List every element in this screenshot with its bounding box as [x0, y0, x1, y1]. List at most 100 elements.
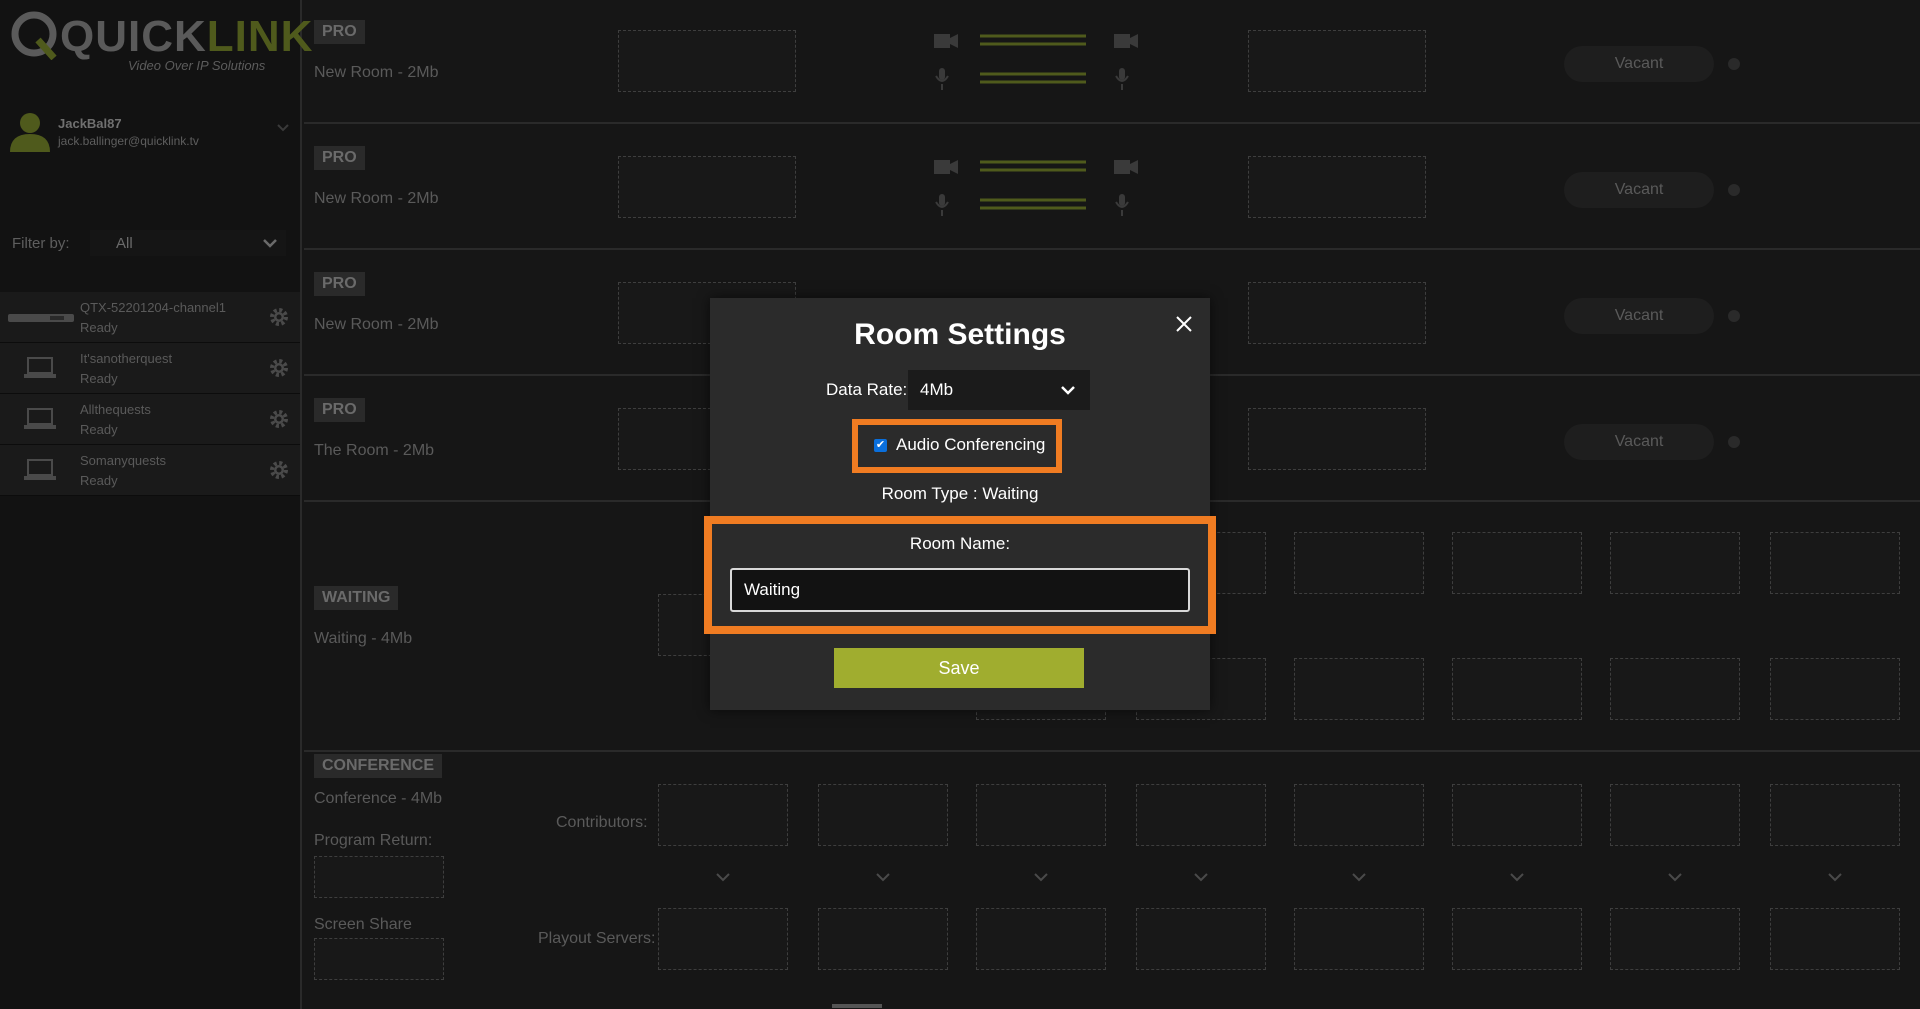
quicklink-logo-mark-icon: [11, 11, 57, 60]
user-name: JackBal87: [58, 116, 122, 131]
destination-slot[interactable]: [1248, 30, 1426, 92]
endpoint-item[interactable]: Allthequests Ready: [0, 394, 300, 445]
destination-slot[interactable]: [1248, 282, 1426, 344]
gear-icon[interactable]: [268, 306, 290, 328]
room-status-toggle[interactable]: Vacant: [1564, 46, 1714, 82]
endpoint-item[interactable]: QTX-52201204-channel1 Ready: [0, 292, 300, 343]
playout-server-slot[interactable]: [1770, 908, 1900, 970]
room-badge: PRO: [314, 146, 365, 170]
scrollbar-thumb[interactable]: [832, 1004, 882, 1008]
contributor-slot[interactable]: [976, 784, 1106, 846]
laptop-icon: [24, 357, 56, 378]
waiting-slot[interactable]: [1770, 658, 1900, 720]
endpoint-status: Ready: [80, 422, 118, 437]
playout-server-slot[interactable]: [1452, 908, 1582, 970]
room-row: PRO New Room - 2Mb Vacant: [304, 126, 1920, 250]
contributor-slot[interactable]: [1294, 784, 1424, 846]
playout-server-slot[interactable]: [818, 908, 948, 970]
endpoint-name: Allthequests: [80, 402, 151, 417]
room-name: Conference - 4Mb: [314, 790, 443, 807]
waiting-slot[interactable]: [1294, 658, 1424, 720]
laptop-icon: [24, 408, 56, 429]
audio-conferencing-highlight: ✔ Audio Conferencing: [852, 419, 1062, 473]
contributor-slot[interactable]: [658, 784, 788, 846]
chevron-down-icon[interactable]: [1034, 872, 1048, 882]
program-return-label: Program Return:: [314, 832, 433, 849]
data-rate-select[interactable]: 4Mb: [908, 370, 1090, 410]
user-profile[interactable]: JackBal87 jack.ballinger@quicklink.tv: [10, 110, 290, 160]
destination-slot[interactable]: [1248, 408, 1426, 470]
chevron-down-icon[interactable]: [276, 120, 290, 134]
gear-icon[interactable]: [268, 459, 290, 481]
dialog-title: Room Settings: [854, 318, 1066, 351]
room-badge: PRO: [314, 20, 365, 44]
destination-slot[interactable]: [1248, 156, 1426, 218]
chevron-down-icon[interactable]: [1194, 872, 1208, 882]
waiting-slot[interactable]: [1452, 532, 1582, 594]
contributor-slot[interactable]: [1452, 784, 1582, 846]
microphone-icon: [1115, 68, 1129, 90]
sidebar: QUICKLINK Video Over IP Solutions JackBa…: [0, 0, 312, 1009]
audio-conferencing-label[interactable]: Audio Conferencing: [896, 435, 1045, 455]
room-name-highlight: Room Name:: [704, 516, 1216, 634]
waiting-slot[interactable]: [1294, 532, 1424, 594]
endpoint-name: QTX-52201204-channel1: [80, 300, 226, 315]
source-slot[interactable]: [618, 30, 796, 92]
source-slot[interactable]: [618, 156, 796, 218]
gear-icon[interactable]: [268, 357, 290, 379]
hardware-device-icon: [8, 314, 74, 322]
playout-server-slot[interactable]: [658, 908, 788, 970]
status-indicator-dot: [1728, 58, 1740, 70]
playout-server-slot[interactable]: [1136, 908, 1266, 970]
chevron-down-icon[interactable]: [1828, 872, 1842, 882]
arrows-icon: [980, 160, 1086, 210]
chevron-down-icon[interactable]: [716, 872, 730, 882]
contributor-slot[interactable]: [1136, 784, 1266, 846]
room-badge: CONFERENCE: [314, 754, 443, 778]
chevron-down-icon[interactable]: [1510, 872, 1524, 882]
chevron-down-icon: [263, 239, 277, 248]
room-name-input[interactable]: [730, 568, 1190, 612]
playout-server-slot[interactable]: [976, 908, 1106, 970]
chevron-down-icon[interactable]: [876, 872, 890, 882]
video-camera-icon: [1114, 160, 1138, 174]
endpoint-item[interactable]: Somanyquests Ready: [0, 445, 300, 496]
media-routing: [934, 34, 1138, 90]
endpoint-status: Ready: [80, 371, 118, 386]
filter-label: Filter by:: [12, 235, 70, 252]
waiting-slot[interactable]: [1770, 532, 1900, 594]
close-icon[interactable]: [1174, 314, 1194, 334]
room-name: The Room - 2Mb: [314, 442, 435, 459]
playout-server-slot[interactable]: [1294, 908, 1424, 970]
room-status-toggle[interactable]: Vacant: [1564, 172, 1714, 208]
waiting-slot[interactable]: [1610, 658, 1740, 720]
filter-select[interactable]: All: [90, 230, 286, 256]
endpoint-item[interactable]: It'sanotherquest Ready: [0, 343, 300, 394]
logo-wordmark-link: LINK: [206, 12, 314, 61]
contributor-slot[interactable]: [1770, 784, 1900, 846]
endpoint-list: QTX-52201204-channel1 Ready It'sanotherq…: [0, 292, 300, 496]
contributor-slot[interactable]: [818, 784, 948, 846]
program-return-slot[interactable]: [314, 856, 444, 898]
chevron-down-icon[interactable]: [1668, 872, 1682, 882]
contributor-slot[interactable]: [1610, 784, 1740, 846]
endpoint-status: Ready: [80, 320, 118, 335]
gear-icon[interactable]: [268, 408, 290, 430]
waiting-slot[interactable]: [1452, 658, 1582, 720]
waiting-slot[interactable]: [1610, 532, 1740, 594]
playout-server-slot[interactable]: [1610, 908, 1740, 970]
room-name: New Room - 2Mb: [314, 316, 439, 333]
quicklink-logo: QUICKLINK Video Over IP Solutions: [10, 8, 312, 78]
contributors-label: Contributors:: [556, 814, 648, 831]
logo-wordmark: QUICKLINK: [60, 12, 313, 62]
filter: Filter by: All: [12, 230, 292, 256]
user-avatar-icon: [10, 113, 50, 152]
video-camera-icon: [1114, 34, 1138, 48]
screen-share-slot[interactable]: [314, 938, 444, 980]
audio-conferencing-checkbox[interactable]: ✔: [874, 439, 887, 452]
chevron-down-icon[interactable]: [1352, 872, 1366, 882]
chevron-down-icon: [1061, 386, 1075, 395]
room-status-toggle[interactable]: Vacant: [1564, 424, 1714, 460]
save-button[interactable]: Save: [834, 648, 1084, 688]
room-status-toggle[interactable]: Vacant: [1564, 298, 1714, 334]
